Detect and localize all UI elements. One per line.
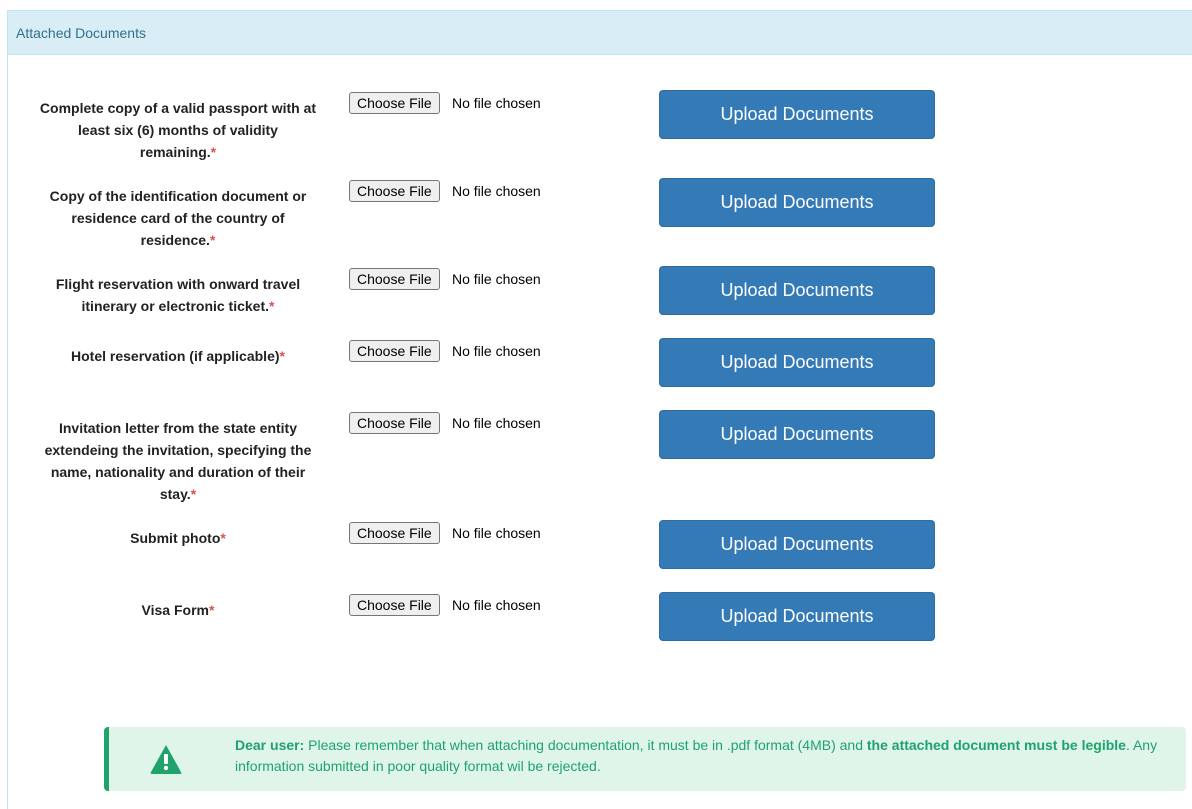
required-marker: * [279, 348, 285, 364]
upload-documents-button[interactable]: Upload Documents [659, 410, 935, 459]
upload-documents-button[interactable]: Upload Documents [659, 90, 935, 139]
document-label: Invitation letter from the state entity … [44, 420, 312, 502]
file-status: No file chosen [452, 525, 541, 541]
document-label: Visa Form* [141, 602, 215, 618]
required-marker: * [210, 144, 217, 160]
upload-documents-button[interactable]: Upload Documents [659, 338, 935, 387]
document-label: Complete copy of a valid passport with a… [39, 100, 317, 160]
required-marker: * [208, 602, 215, 618]
notice-text: Dear user: Please remember that when att… [235, 737, 1158, 774]
file-status: No file chosen [452, 271, 541, 287]
pdf-format-notice: Dear user: Please remember that when att… [104, 727, 1186, 791]
choose-file-button[interactable]: Choose File [349, 180, 440, 202]
document-label: Hotel reservation (if applicable)* [71, 348, 285, 364]
attached-documents-panel: Attached Documents Complete copy of a va… [7, 10, 1192, 809]
file-status: No file chosen [452, 183, 541, 199]
upload-documents-button[interactable]: Upload Documents [659, 266, 935, 315]
required-marker: * [209, 232, 216, 248]
file-status: No file chosen [452, 415, 541, 431]
file-status: No file chosen [452, 343, 541, 359]
required-marker: * [220, 530, 226, 546]
upload-documents-button[interactable]: Upload Documents [659, 178, 935, 227]
document-label: Flight reservation with onward travel it… [55, 276, 301, 314]
choose-file-button[interactable]: Choose File [349, 412, 440, 434]
warning-icon [150, 745, 182, 774]
notice-emphasis: the attached document must be legible [866, 737, 1126, 753]
choose-file-button[interactable]: Choose File [349, 340, 440, 362]
required-marker: * [190, 486, 197, 502]
choose-file-button[interactable]: Choose File [349, 522, 440, 544]
panel-heading: Attached Documents [8, 11, 1192, 55]
required-marker: * [269, 298, 275, 314]
file-status: No file chosen [452, 597, 541, 613]
file-status: No file chosen [452, 95, 541, 111]
upload-documents-button[interactable]: Upload Documents [659, 520, 935, 569]
choose-file-button[interactable]: Choose File [349, 268, 440, 290]
choose-file-button[interactable]: Choose File [349, 92, 440, 114]
notice-lead: Dear user: [235, 737, 305, 753]
choose-file-button[interactable]: Choose File [349, 594, 440, 616]
upload-documents-button[interactable]: Upload Documents [659, 592, 935, 641]
document-label: Submit photo* [130, 530, 226, 546]
document-label: Copy of the identification document or r… [49, 188, 307, 248]
